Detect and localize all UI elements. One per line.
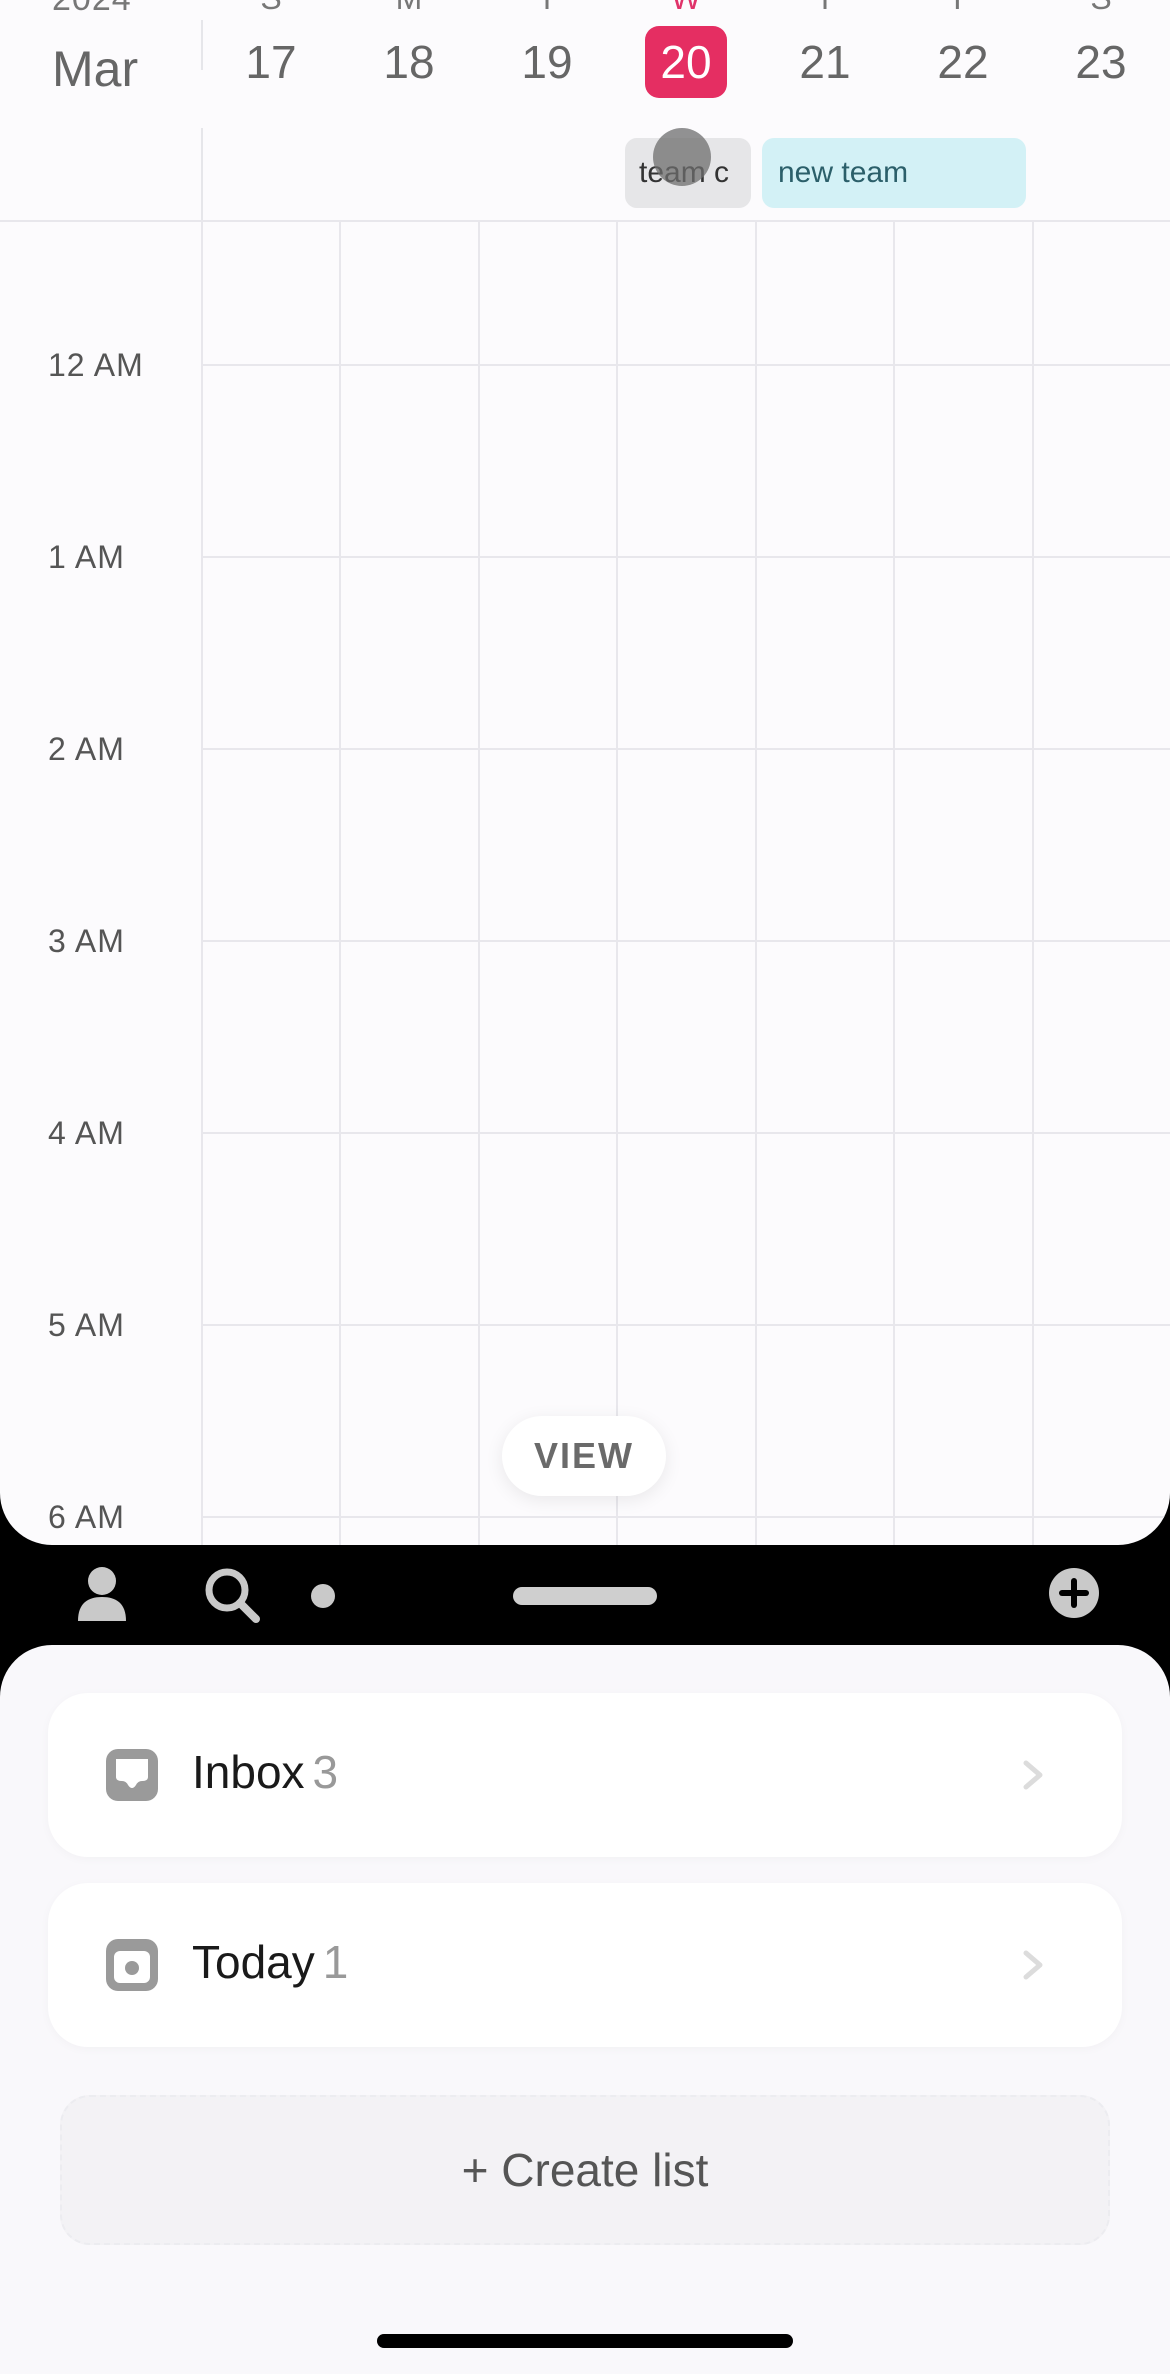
day-of-week: S — [1032, 0, 1170, 18]
view-button[interactable]: VIEW — [502, 1416, 666, 1496]
time-grid[interactable]: 12 AM 1 AM 2 AM 3 AM 4 AM 5 AM 6 AM — [0, 220, 1170, 1545]
inbox-icon — [104, 1747, 160, 1803]
day-column-header[interactable]: M 18 — [340, 0, 478, 98]
grid-line — [201, 1324, 1170, 1326]
grid-line — [201, 940, 1170, 942]
day-number: 17 — [245, 36, 297, 88]
person-icon[interactable] — [76, 1565, 128, 1623]
day-of-week: W — [617, 0, 755, 18]
toolbar — [0, 1545, 1170, 1645]
day-of-week: T — [478, 0, 616, 18]
day-of-week: M — [340, 0, 478, 18]
list-count: 1 — [322, 1936, 349, 1988]
lists-panel: Inbox 3 Today 1 + Create list — [0, 1645, 1170, 2374]
calendar-panel: 2024 Mar S 17 M 18 T 19 W 20 T 21 F 22 S — [0, 0, 1170, 1545]
time-label: 2 AM — [48, 731, 125, 767]
chevron-right-icon — [1012, 1945, 1052, 1985]
grid-column-line — [201, 220, 203, 1545]
grid-column-line — [616, 220, 618, 1545]
list-name: Inbox — [192, 1746, 305, 1798]
list-name: Today — [192, 1936, 315, 1988]
day-number: 19 — [521, 36, 573, 88]
day-of-week: S — [202, 0, 340, 18]
time-label: 6 AM — [48, 1499, 125, 1535]
day-number: 23 — [1075, 36, 1127, 88]
day-number: 21 — [799, 36, 851, 88]
grid-line — [201, 1516, 1170, 1518]
list-count: 3 — [312, 1746, 339, 1798]
list-label: Today 1 — [192, 1935, 348, 1989]
calendar-header: 2024 Mar S 17 M 18 T 19 W 20 T 21 F 22 S — [0, 0, 1170, 220]
grid-column-line — [339, 220, 341, 1545]
grid-column-line — [1032, 220, 1034, 1545]
dot-indicator-icon[interactable] — [311, 1584, 335, 1608]
today-day-number: 20 — [645, 26, 727, 98]
grid-column-line — [755, 220, 757, 1545]
time-label: 12 AM — [48, 347, 144, 383]
time-label: 3 AM — [48, 923, 125, 959]
list-item-inbox[interactable]: Inbox 3 — [48, 1693, 1122, 1857]
list-item-today[interactable]: Today 1 — [48, 1883, 1122, 2047]
time-label: 4 AM — [48, 1115, 125, 1151]
add-circle-icon[interactable] — [1048, 1567, 1100, 1619]
day-column-header-today[interactable]: W 20 — [617, 0, 755, 98]
day-column-header[interactable]: F 22 — [894, 0, 1032, 98]
day-number: 22 — [937, 36, 989, 88]
chevron-right-icon — [1012, 1755, 1052, 1795]
drag-handle[interactable] — [513, 1587, 657, 1605]
day-column-header[interactable]: S 17 — [202, 0, 340, 98]
grid-column-line — [893, 220, 895, 1545]
day-column-header[interactable]: T 21 — [756, 0, 894, 98]
grid-line — [201, 364, 1170, 366]
search-icon[interactable] — [204, 1567, 260, 1623]
grid-column-line — [478, 220, 480, 1545]
touch-indicator — [653, 128, 711, 186]
day-of-week: T — [756, 0, 894, 18]
time-label: 1 AM — [48, 539, 125, 575]
grid-line — [0, 220, 1170, 222]
day-number: 18 — [383, 36, 435, 88]
home-indicator — [377, 2334, 793, 2348]
year-label: 2024 — [52, 0, 132, 19]
allday-event[interactable]: new team — [762, 138, 1026, 208]
day-column-header[interactable]: T 19 — [478, 0, 616, 98]
month-label[interactable]: Mar — [52, 40, 138, 98]
day-of-week: F — [894, 0, 1032, 18]
grid-line — [201, 748, 1170, 750]
grid-line — [201, 556, 1170, 558]
time-label: 5 AM — [48, 1307, 125, 1343]
grid-line — [201, 1132, 1170, 1134]
create-list-button[interactable]: + Create list — [60, 2095, 1110, 2245]
list-label: Inbox 3 — [192, 1745, 338, 1799]
today-icon — [104, 1937, 160, 1993]
day-column-header[interactable]: S 23 — [1032, 0, 1170, 98]
